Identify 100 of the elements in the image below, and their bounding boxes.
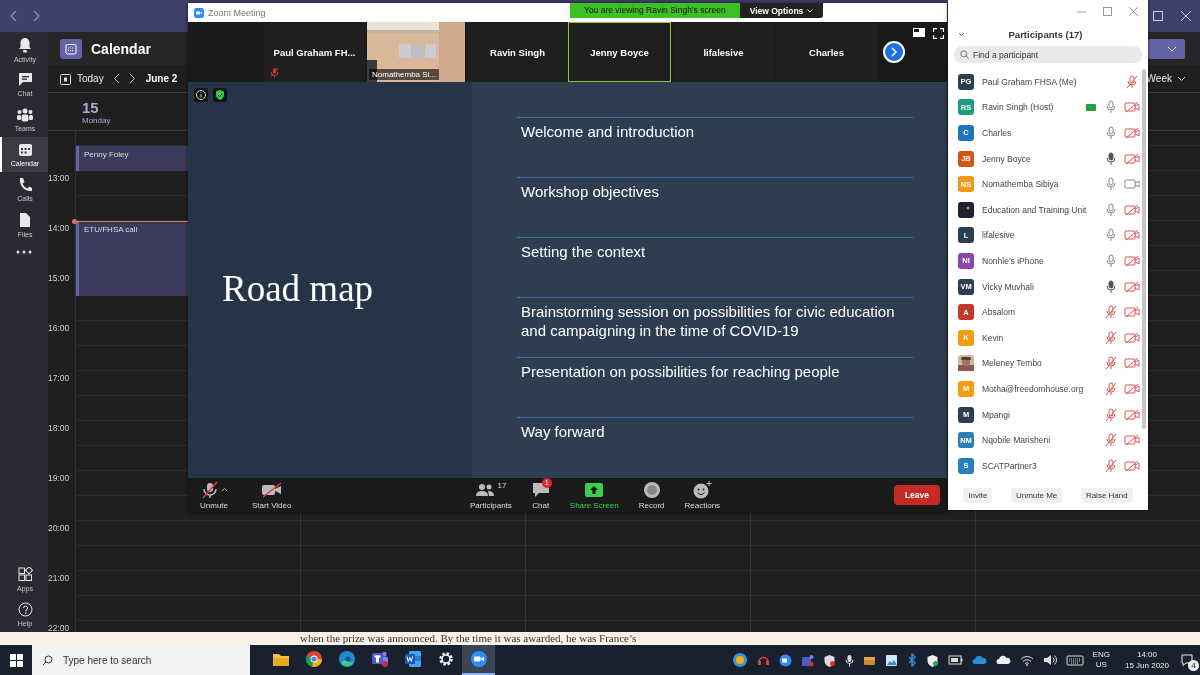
info-icon[interactable] — [194, 88, 208, 102]
calendar-icon — [60, 38, 82, 59]
close-icon[interactable] — [1129, 6, 1138, 16]
windows-logo-icon[interactable] — [9, 653, 23, 667]
muted-mic-icon[interactable] — [1105, 407, 1117, 422]
video-off-icon[interactable] — [1124, 101, 1140, 114]
people-icon[interactable] — [800, 653, 814, 667]
video-off-icon[interactable] — [1124, 127, 1140, 139]
time-label: 13:00 — [48, 173, 70, 183]
video-off-icon[interactable] — [1124, 382, 1140, 395]
video-off-icon[interactable] — [1124, 306, 1140, 319]
mic-icon[interactable] — [844, 653, 854, 667]
view-options-button[interactable]: View Options — [739, 3, 824, 18]
muted-mic-icon[interactable] — [1105, 433, 1117, 448]
bell-icon — [18, 36, 32, 53]
toolbar-button[interactable]: Start Video — [252, 480, 292, 510]
calendar-event[interactable]: Penny Foley — [76, 146, 188, 171]
clock[interactable]: 14:00 15 Jun 2020 — [1124, 649, 1169, 671]
page-title: Calendar — [91, 40, 151, 57]
shield-icon[interactable] — [213, 88, 227, 102]
participant-tile[interactable]: Charles — [774, 22, 877, 82]
video-off-icon[interactable] — [1124, 434, 1140, 447]
toolbar-button[interactable]: Record — [638, 480, 665, 510]
taskbar-app[interactable] — [462, 645, 495, 675]
help-icon — [17, 602, 33, 617]
video-off-icon[interactable] — [1124, 152, 1140, 165]
participant-tile[interactable]: Ravin Singh — [465, 22, 568, 82]
toolbar-button[interactable]: 17 Participants — [470, 480, 512, 510]
image-icon[interactable] — [884, 653, 898, 667]
bluetooth-icon[interactable] — [906, 653, 917, 667]
agenda-item: Way forward — [517, 417, 913, 477]
calendar-event[interactable]: ETU/FHSA call — [76, 221, 188, 296]
time-label: 22:00 — [48, 623, 70, 632]
headset-icon[interactable] — [756, 654, 770, 666]
toolbar-button[interactable]: Share Screen — [569, 480, 619, 510]
muted-mic-icon[interactable] — [1105, 330, 1117, 345]
message-icon[interactable] — [1181, 654, 1193, 666]
chevron-right-icon[interactable] — [890, 47, 898, 57]
time-label: 20:00 — [48, 523, 70, 533]
maximize-icon[interactable] — [1103, 6, 1112, 16]
time-label: 21:00 — [48, 573, 70, 583]
today-button[interactable]: Today — [60, 72, 104, 85]
search-icon — [960, 50, 969, 59]
toolbar-button[interactable]: Reactions — [684, 480, 721, 510]
time-label: 19:00 — [48, 473, 70, 483]
edge-icon — [337, 650, 356, 668]
search-field[interactable]: Find a participant — [954, 46, 1142, 63]
language-indicator[interactable]: ENG US — [1092, 650, 1110, 670]
chevron-down-icon[interactable] — [1177, 75, 1186, 82]
mic-icon[interactable] — [1105, 279, 1117, 294]
participant-row[interactable]: Meleney Tembo — [948, 350, 1148, 377]
shield-icon[interactable] — [822, 653, 836, 667]
caret-icon[interactable] — [220, 487, 228, 492]
maximize-icon[interactable] — [1153, 11, 1163, 21]
more-icon[interactable] — [16, 250, 32, 254]
leave-button[interactable]: Leave — [893, 485, 940, 505]
muted-mic-icon[interactable] — [1105, 458, 1117, 473]
close-icon[interactable] — [1181, 11, 1191, 21]
video-off-icon[interactable] — [1124, 203, 1140, 216]
participant-row[interactable]: Education and Training Unit — [948, 196, 1148, 223]
muted-mic-icon[interactable] — [1105, 356, 1117, 371]
collapse-icon[interactable] — [958, 31, 965, 37]
weekday-label: Monday — [82, 116, 112, 125]
video-off-icon[interactable] — [1124, 229, 1140, 242]
box-icon[interactable] — [862, 654, 876, 666]
fullscreen-icon[interactable] — [933, 28, 944, 39]
search-field[interactable]: Type here to search — [32, 645, 250, 675]
panel-button[interactable]: Unmute Me — [1010, 487, 1063, 503]
video-off-icon[interactable] — [1124, 357, 1140, 370]
background-page-text: when the prize was announced. By the time it was awarded, he was France’s — [0, 632, 1200, 645]
chat-icon — [17, 72, 33, 87]
participant-tile[interactable]: Paul Graham FH... — [262, 22, 365, 82]
calendar-icon[interactable] — [60, 72, 71, 85]
speaker-icon[interactable] — [1042, 654, 1057, 666]
muted-mic-icon[interactable] — [1126, 74, 1138, 89]
participant-tile[interactable]: Jenny Boyce — [568, 22, 671, 82]
new-meeting-button[interactable] — [1148, 38, 1185, 59]
toolbar-button[interactable]: Unmute — [200, 480, 228, 510]
wifi-icon[interactable] — [1019, 654, 1034, 666]
layout-icon[interactable] — [913, 28, 925, 37]
muted-mic-icon[interactable] — [1105, 305, 1117, 320]
panel-button[interactable]: Raise Hand — [1080, 487, 1133, 503]
video-off-icon[interactable] — [1124, 459, 1140, 472]
notifications-button[interactable]: 4 — [1178, 650, 1196, 670]
shield-icon[interactable] — [925, 653, 939, 667]
muted-mic-icon[interactable] — [1105, 381, 1117, 396]
video-camera-icon[interactable] — [778, 653, 792, 667]
word-document-icon — [403, 650, 422, 668]
panel-button[interactable]: Invite — [963, 487, 993, 503]
video-off-icon[interactable] — [1124, 408, 1140, 421]
video-off-icon[interactable] — [1124, 254, 1140, 267]
participant-tile[interactable]: lifalesive — [671, 22, 774, 82]
question-icon[interactable] — [731, 652, 748, 668]
next-page-button[interactable] — [883, 41, 905, 63]
battery-icon[interactable] — [947, 655, 963, 665]
video-off-icon[interactable] — [1124, 331, 1140, 344]
video-off-icon[interactable] — [1124, 280, 1140, 293]
mic-icon[interactable] — [1105, 151, 1117, 166]
keyboard-icon[interactable] — [1065, 654, 1084, 666]
cloud-icon[interactable] — [995, 655, 1011, 665]
